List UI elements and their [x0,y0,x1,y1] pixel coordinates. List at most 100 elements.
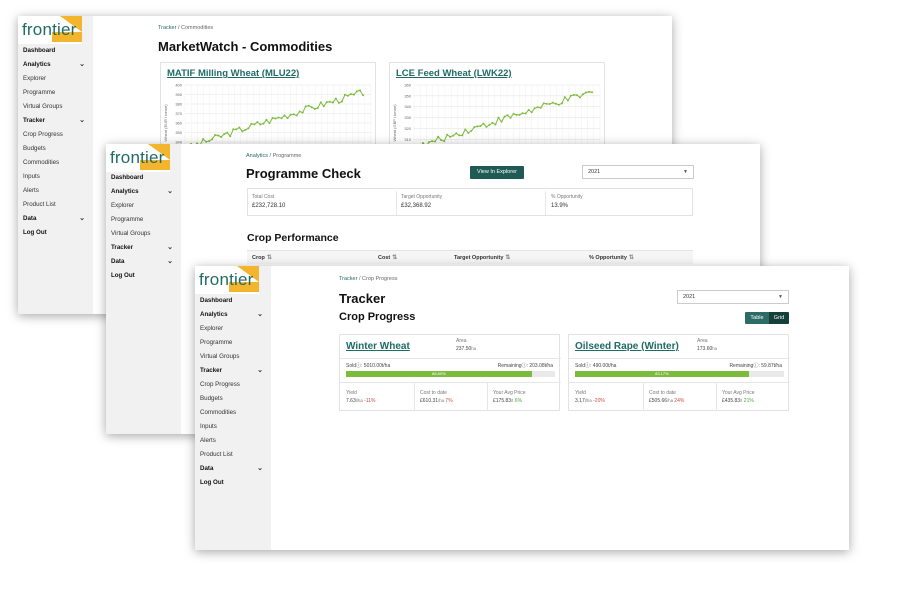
sidebar-item-analytics[interactable]: Analytics ⌄ [200,308,267,322]
sidebar-item-programme[interactable]: Programme [23,86,89,100]
progress-bar: 88.80% [346,371,555,377]
column-header-label: % Opportunity [589,255,627,261]
column-header-cost[interactable]: Cost ⇅ [378,254,397,261]
frontier-logo[interactable]: frontier [195,266,259,294]
crop-table-header: Crop ⇅ Cost ⇅ Target Opportunity ⇅ % Opport… [247,250,693,264]
sidebar-item-programme[interactable]: Programme [200,336,267,350]
chart-title-lce[interactable]: LCE Feed Wheat (LWK22) [396,68,512,79]
y-tick-label: 380 [175,102,182,107]
sidebar-item-commodities[interactable]: Commodities [200,406,267,420]
sidebar-item-programme[interactable]: Programme [111,213,177,227]
table-view-button[interactable]: Table [745,312,769,324]
year-select[interactable]: 2021 ▼ [582,165,694,179]
sidebar-item-budgets[interactable]: Budgets [200,392,267,406]
sidebar-item-log-out[interactable]: Log Out [23,226,89,240]
progress-text: 83.17% [655,371,669,376]
chevron-down-icon[interactable]: ⌄ [79,114,85,128]
sidebar-item-log-out[interactable]: Log Out [200,476,267,490]
price-point [208,140,211,143]
breadcrumb-link[interactable]: Tracker [339,276,357,282]
remaining-label: Remainingⓘ: 59.87t/ha [729,362,782,369]
sidebar-item-tracker[interactable]: Tracker ⌄ [111,241,177,255]
sidebar-item-label: Inputs [200,423,217,430]
sidebar-item-data[interactable]: Data ⌄ [111,255,177,269]
price-point [512,112,515,115]
crop-title[interactable]: Oilseed Rape (Winter) [575,341,679,352]
sidebar-item-label: Commodities [23,159,60,166]
sidebar-item-product-list[interactable]: Product List [23,198,89,212]
sold-label: Soldⓘ: 490.00t/ha [575,362,616,369]
metric-change: 24% [674,398,685,404]
price-point [202,138,205,141]
price-point [491,121,494,124]
sidebar-item-commodities[interactable]: Commodities [23,156,89,170]
chevron-down-icon[interactable]: ⌄ [167,255,173,269]
chevron-down-icon[interactable]: ⌄ [167,185,173,199]
sidebar-item-virtual-groups[interactable]: Virtual Groups [111,227,177,241]
chevron-down-icon[interactable]: ⌄ [257,308,263,322]
sidebar-item-product-list[interactable]: Product List [200,448,267,462]
sidebar-item-alerts[interactable]: Alerts [200,434,267,448]
sidebar-item-inputs[interactable]: Inputs [200,420,267,434]
price-point [349,93,352,96]
chevron-down-icon[interactable]: ⌄ [257,462,263,476]
price-point [455,132,458,135]
sidebar-item-tracker[interactable]: Tracker ⌄ [23,114,89,128]
sidebar-item-data[interactable]: Data ⌄ [200,462,267,476]
divider [643,383,644,411]
sidebar-item-alerts[interactable]: Alerts [23,184,89,198]
breadcrumb: Analytics / Programme [246,153,301,159]
sidebar-item-label: Crop Progress [23,131,63,138]
column-header-crop[interactable]: Crop ⇅ [252,254,272,261]
sidebar-item-data[interactable]: Data ⌄ [23,212,89,226]
crop-title[interactable]: Winter Wheat [346,341,410,352]
price-point [271,116,274,119]
sidebar-item-explorer[interactable]: Explorer [200,322,267,336]
year-select[interactable]: 2021 ▼ [677,290,789,304]
price-point [533,107,536,110]
column-header-percent-opportunity[interactable]: % Opportunity ⇅ [589,254,634,261]
chevron-down-icon[interactable]: ⌄ [257,364,263,378]
sidebar-item-dashboard[interactable]: Dashboard [111,171,177,185]
sold-value: : 5010.00t/ha [361,363,391,369]
price-point [358,89,361,92]
chevron-down-icon[interactable]: ⌄ [79,58,85,72]
chart-title-matif[interactable]: MATIF Milling Wheat (MLU22) [167,68,299,79]
sidebar-item-analytics[interactable]: Analytics ⌄ [111,185,177,199]
column-header-target-opportunity[interactable]: Target Opportunity ⇅ [454,254,510,261]
y-tick-label: 340 [404,104,411,109]
sidebar-item-dashboard[interactable]: Dashboard [200,294,267,308]
sidebar-item-explorer[interactable]: Explorer [111,199,177,213]
sidebar-item-virtual-groups[interactable]: Virtual Groups [200,350,267,364]
sidebar-item-tracker[interactable]: Tracker ⌄ [200,364,267,378]
sidebar-item-analytics[interactable]: Analytics ⌄ [23,58,89,72]
price-point [476,125,479,128]
sidebar-item-budgets[interactable]: Budgets [23,142,89,156]
breadcrumb-link[interactable]: Analytics [246,153,268,159]
metric-number: 7.63 [346,398,356,404]
frontier-logo[interactable]: frontier [18,16,82,44]
cost-label: Cost to date [420,390,447,396]
tracker-window: frontier Dashboard Analytics ⌄ Explorer Prog… [195,266,849,550]
price-point [256,121,259,124]
column-header-label: Cost [378,255,391,261]
progress-fill: 88.80% [346,371,532,377]
sidebar-item-explorer[interactable]: Explorer [23,72,89,86]
price-point [343,93,346,96]
view-in-explorer-button[interactable]: View In Explorer [470,166,524,179]
sidebar-item-log-out[interactable]: Log Out [111,269,177,283]
crop-card-winter-wheat: Winter Wheat Area 237.50ha Soldⓘ: 5010.0… [339,334,561,411]
y-tick-label: 350 [404,93,411,98]
metric-number: 3.17 [575,398,585,404]
sidebar-item-inputs[interactable]: Inputs [23,170,89,184]
sidebar-item-crop-progress[interactable]: Crop Progress [200,378,267,392]
chevron-down-icon[interactable]: ⌄ [79,212,85,226]
grid-view-button[interactable]: Grid [769,312,789,324]
breadcrumb-link[interactable]: Tracker [158,25,176,31]
sidebar-item-crop-progress[interactable]: Crop Progress [23,128,89,142]
sidebar-item-dashboard[interactable]: Dashboard [23,44,89,58]
frontier-logo[interactable]: frontier [106,144,170,172]
chevron-down-icon[interactable]: ⌄ [167,241,173,255]
stat-label-percent-opportunity: % Opportunity [551,194,583,200]
sidebar-item-virtual-groups[interactable]: Virtual Groups [23,100,89,114]
